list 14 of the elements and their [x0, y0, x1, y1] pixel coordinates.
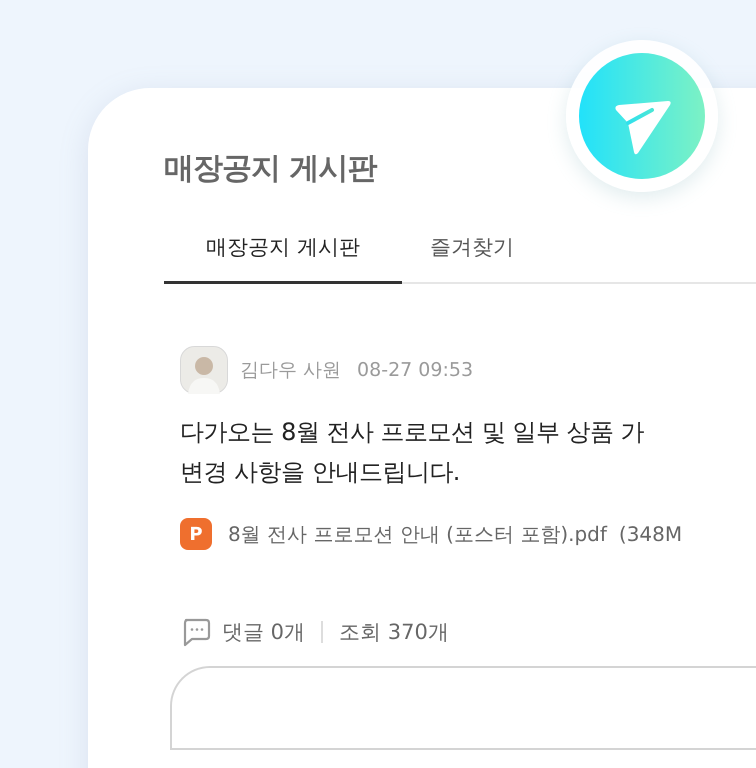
file-size: (348M — [618, 522, 682, 546]
avatar — [180, 346, 228, 394]
view-count: 조회 370개 — [339, 619, 449, 646]
file-type-badge: P — [180, 518, 212, 550]
comment-field[interactable] — [170, 666, 756, 750]
post-time: 08-27 09:53 — [357, 359, 474, 381]
attachment-link[interactable]: 8월 전사 프로모션 안내 (포스터 포함).pdf — [228, 520, 607, 548]
comment-count: 댓글 0개 — [222, 619, 306, 646]
tab[interactable]: 즐겨찾기 — [402, 223, 542, 284]
post-text: 다가오는 8월 전사 프로모션 및 일부 상품 가 — [180, 417, 646, 448]
post-text: 변경 사항을 안내드립니다. — [180, 457, 461, 488]
author-name: 김다우 사원 — [240, 358, 342, 383]
tab[interactable]: 매장공지 게시판 — [164, 223, 402, 284]
board-title: 매장공지 게시판 — [164, 150, 378, 188]
